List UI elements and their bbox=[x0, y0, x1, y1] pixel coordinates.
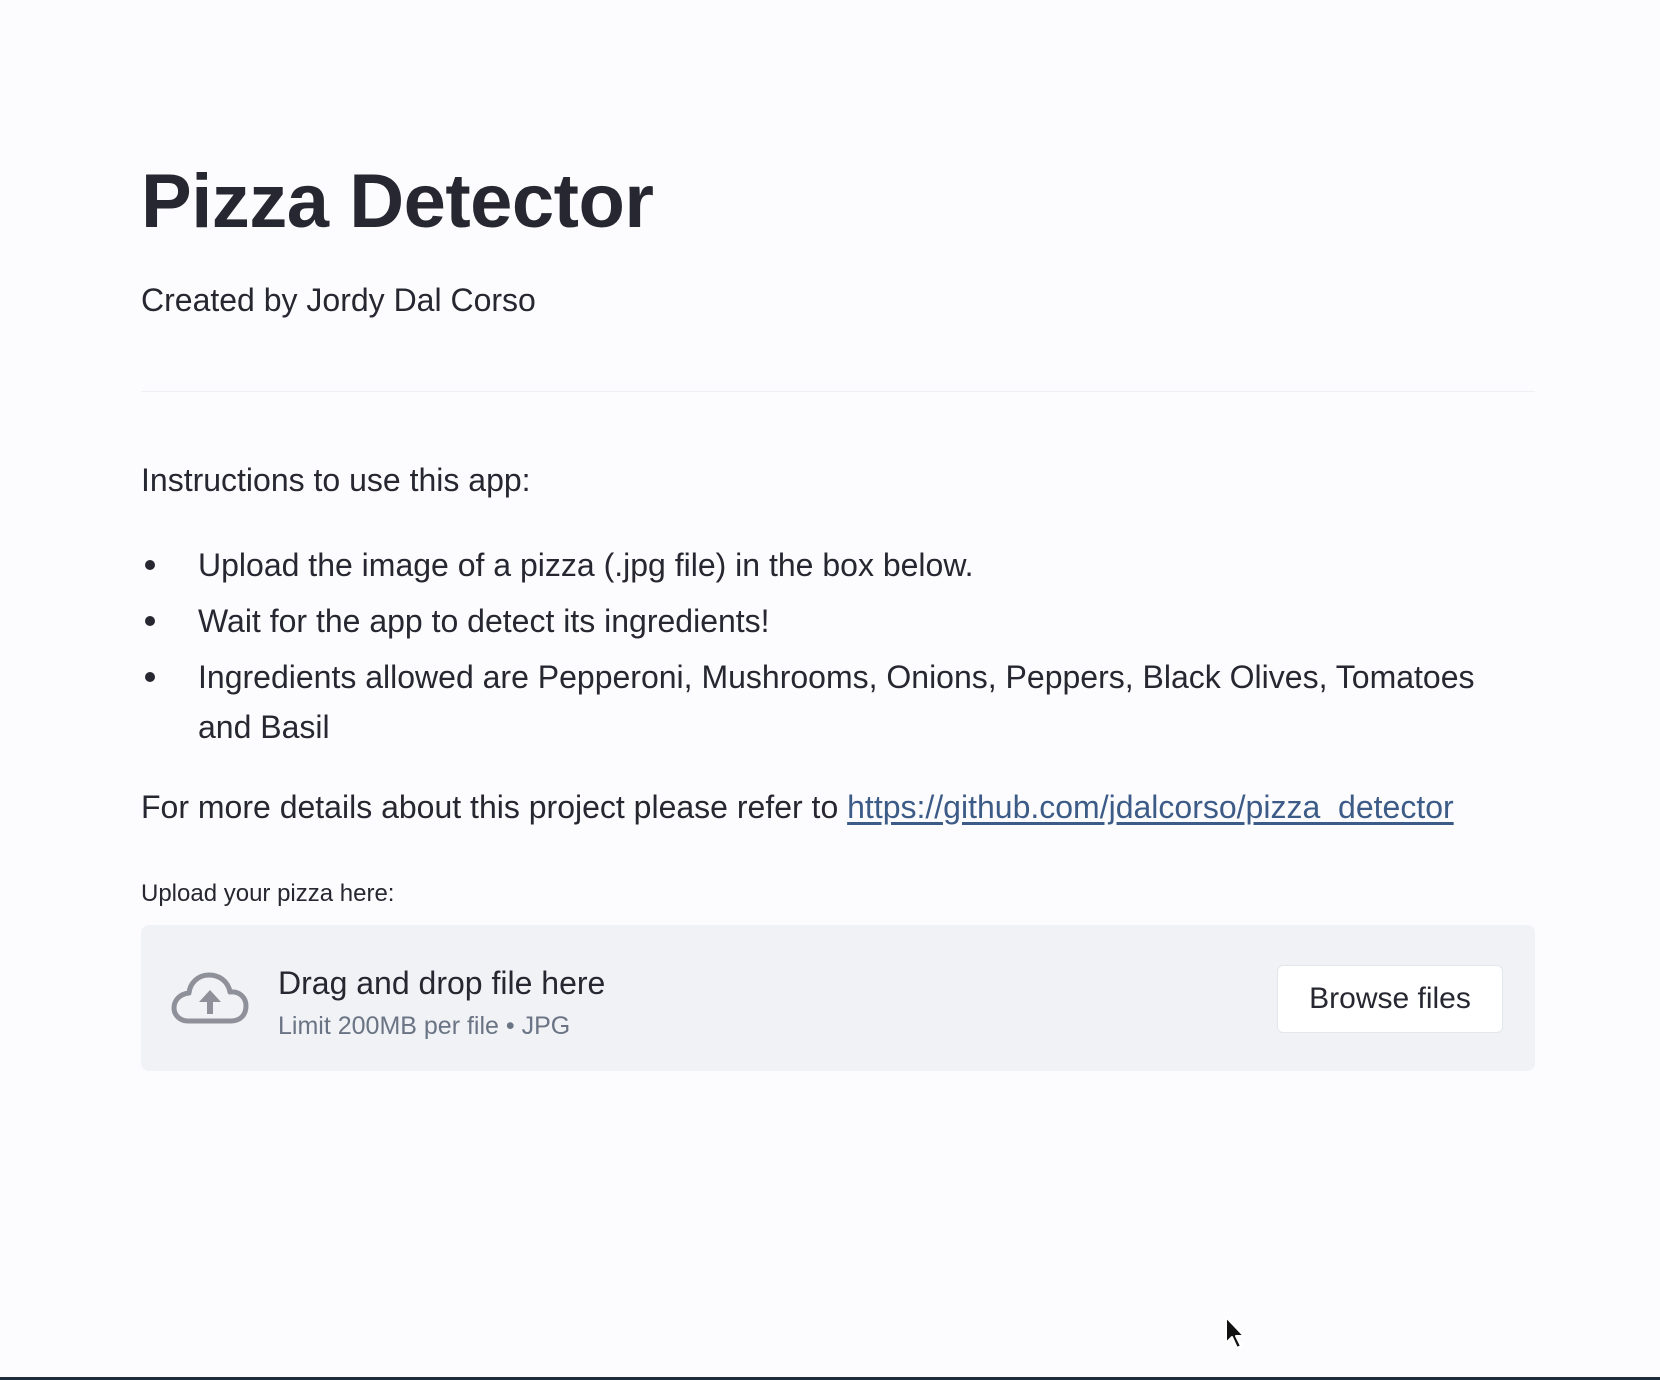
mouse-cursor-icon bbox=[1225, 1316, 1245, 1349]
divider bbox=[141, 391, 1535, 392]
cloud-upload-icon bbox=[171, 972, 249, 1024]
github-link[interactable]: https://github.com/jdalcorso/pizza_detec… bbox=[847, 789, 1454, 825]
instruction-item: Wait for the app to detect its ingredien… bbox=[141, 596, 1535, 646]
instruction-item: Upload the image of a pizza (.jpg file) … bbox=[141, 540, 1535, 590]
project-details: For more details about this project plea… bbox=[141, 785, 1454, 830]
browse-files-button[interactable]: Browse files bbox=[1277, 965, 1503, 1033]
bullet-icon bbox=[145, 616, 155, 626]
instruction-item: Ingredients allowed are Pepperoni, Mushr… bbox=[141, 652, 1535, 752]
instruction-text: Ingredients allowed are Pepperoni, Mushr… bbox=[198, 659, 1475, 745]
instruction-text: Upload the image of a pizza (.jpg file) … bbox=[198, 547, 974, 583]
instructions-heading: Instructions to use this app: bbox=[141, 462, 531, 498]
page-title: Pizza Detector bbox=[141, 159, 654, 244]
details-text: For more details about this project plea… bbox=[141, 789, 848, 825]
instruction-list: Upload the image of a pizza (.jpg file) … bbox=[141, 540, 1535, 758]
author-credit: Created by Jordy Dal Corso bbox=[141, 282, 536, 318]
dropzone-title: Drag and drop file here bbox=[278, 965, 606, 1001]
bullet-icon bbox=[145, 560, 155, 570]
file-dropzone[interactable]: Drag and drop file here Limit 200MB per … bbox=[141, 925, 1535, 1071]
bullet-icon bbox=[145, 672, 155, 682]
dropzone-limit: Limit 200MB per file • JPG bbox=[278, 1012, 571, 1040]
upload-label: Upload your pizza here: bbox=[141, 880, 395, 907]
instruction-text: Wait for the app to detect its ingredien… bbox=[198, 603, 770, 639]
